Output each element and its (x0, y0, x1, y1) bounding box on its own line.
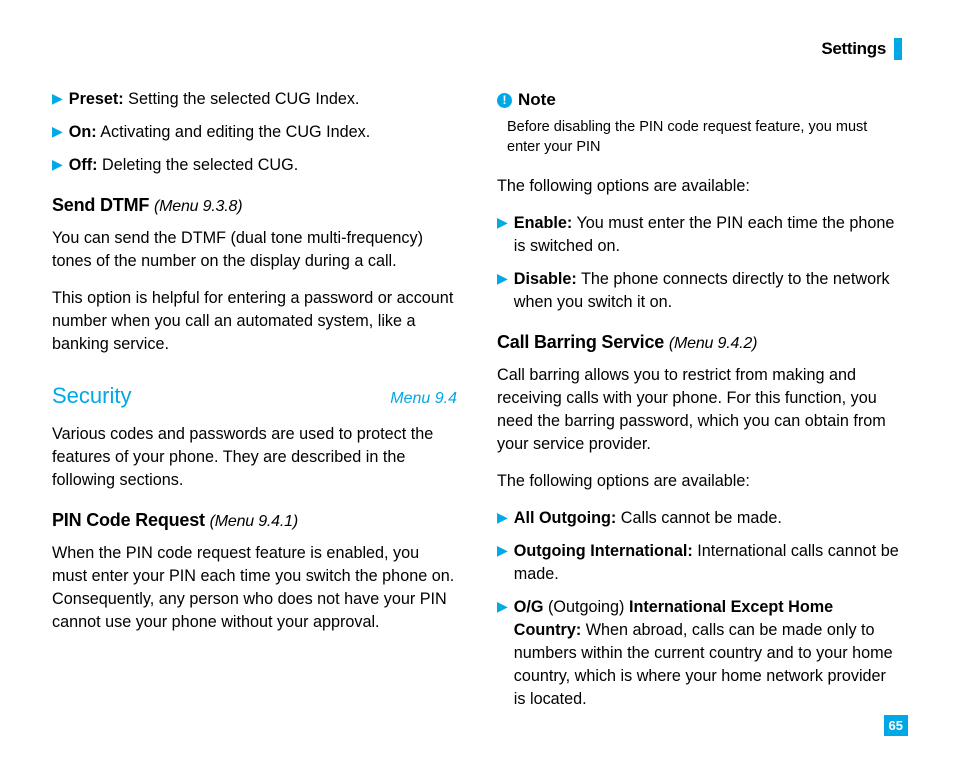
content-columns: ▶ Preset: Setting the selected CUG Index… (52, 88, 902, 721)
page-number: 65 (884, 715, 908, 736)
security-menu-ref: Menu 9.4 (390, 388, 457, 411)
bullet-all-outgoing: ▶ All Outgoing: Calls cannot be made. (497, 507, 902, 530)
pin-code-heading: PIN Code Request (Menu 9.4.1) (52, 508, 457, 534)
triangle-icon: ▶ (497, 540, 508, 586)
bullet-text: Off: Deleting the selected CUG. (69, 154, 457, 177)
bullet-og-except-home: ▶ O/G (Outgoing) International Except Ho… (497, 596, 902, 711)
note-body: Before disabling the PIN code request fe… (507, 118, 902, 157)
send-dtmf-heading: Send DTMF (Menu 9.3.8) (52, 193, 457, 219)
bullet-preset: ▶ Preset: Setting the selected CUG Index… (52, 88, 457, 111)
security-p1: Various codes and passwords are used to … (52, 423, 457, 492)
right-column: ! Note Before disabling the PIN code req… (497, 88, 902, 721)
bullet-outgoing-international: ▶ Outgoing International: International … (497, 540, 902, 586)
call-barring-heading: Call Barring Service (Menu 9.4.2) (497, 330, 902, 356)
info-icon: ! (497, 93, 512, 108)
bullet-text: Enable: You must enter the PIN each time… (514, 212, 902, 258)
triangle-icon: ▶ (497, 596, 508, 711)
bullet-text: Disable: The phone connects directly to … (514, 268, 902, 314)
bullet-text: On: Activating and editing the CUG Index… (69, 121, 457, 144)
left-column: ▶ Preset: Setting the selected CUG Index… (52, 88, 457, 721)
send-dtmf-p2: This option is helpful for entering a pa… (52, 287, 457, 356)
note-title: Note (518, 88, 556, 112)
options-intro-1: The following options are available: (497, 175, 902, 198)
triangle-icon: ▶ (497, 507, 508, 530)
send-dtmf-p1: You can send the DTMF (dual tone multi-f… (52, 227, 457, 273)
bullet-off: ▶ Off: Deleting the selected CUG. (52, 154, 457, 177)
call-barring-p1: Call barring allows you to restrict from… (497, 364, 902, 456)
bullet-on: ▶ On: Activating and editing the CUG Ind… (52, 121, 457, 144)
options-intro-2: The following options are available: (497, 470, 902, 493)
note-heading: ! Note (497, 88, 902, 112)
bullet-text: Outgoing International: International ca… (514, 540, 902, 586)
triangle-icon: ▶ (497, 268, 508, 314)
pin-code-p1: When the PIN code request feature is ena… (52, 542, 457, 634)
bullet-text: All Outgoing: Calls cannot be made. (514, 507, 902, 530)
bullet-text: Preset: Setting the selected CUG Index. (69, 88, 457, 111)
security-title: Security (52, 380, 131, 411)
triangle-icon: ▶ (52, 121, 63, 144)
triangle-icon: ▶ (497, 212, 508, 258)
triangle-icon: ▶ (52, 88, 63, 111)
triangle-icon: ▶ (52, 154, 63, 177)
page-header: Settings (52, 38, 902, 60)
header-title: Settings (821, 39, 886, 59)
security-section-heading: Security Menu 9.4 (52, 380, 457, 411)
bullet-disable: ▶ Disable: The phone connects directly t… (497, 268, 902, 314)
bullet-enable: ▶ Enable: You must enter the PIN each ti… (497, 212, 902, 258)
bullet-text: O/G (Outgoing) International Except Home… (514, 596, 902, 711)
header-accent-bar (894, 38, 902, 60)
